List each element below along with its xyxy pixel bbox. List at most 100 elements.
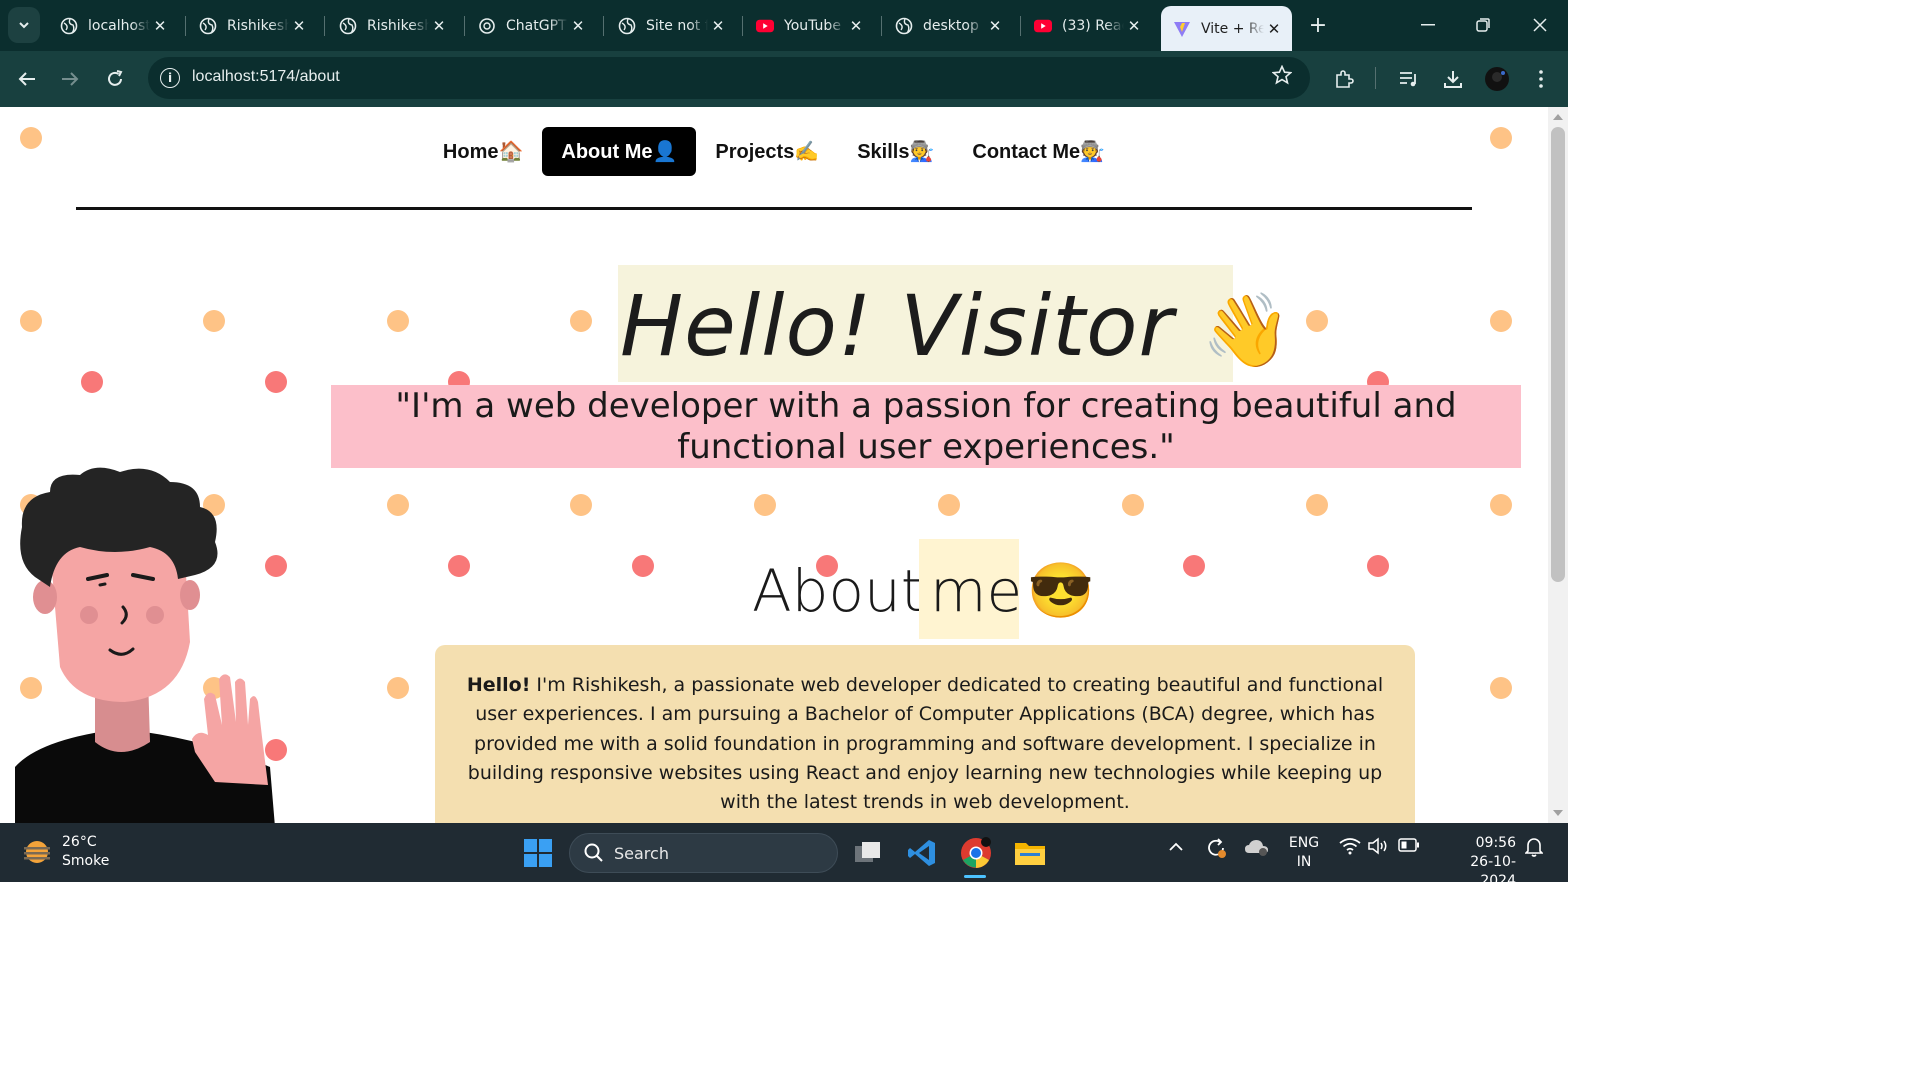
restore-icon — [1476, 18, 1490, 32]
task-view-button[interactable] — [848, 833, 888, 873]
nav-home-link[interactable]: Home🏠 — [424, 127, 542, 176]
active-app-indicator — [964, 875, 986, 878]
restore-button[interactable] — [1468, 10, 1498, 40]
vscode-taskbar-button[interactable] — [902, 833, 942, 873]
decor-dot — [632, 555, 654, 577]
weather-temp: 26°C — [62, 834, 97, 850]
globe-icon — [60, 17, 78, 35]
decor-dot — [1306, 310, 1328, 332]
tab-separator — [881, 16, 882, 36]
decor-dot — [754, 494, 776, 516]
taskbar-clock[interactable]: 09:56 26-10-2024 — [1436, 834, 1516, 891]
url-text[interactable]: localhost:5174/about — [192, 68, 340, 86]
close-tab-icon[interactable]: ✕ — [708, 16, 728, 36]
globe-icon — [618, 17, 636, 35]
page-scrollbar[interactable] — [1548, 107, 1568, 823]
volume-icon[interactable] — [1368, 837, 1390, 859]
weather-desc: Smoke — [62, 853, 110, 869]
tray-overflow-chevron-icon[interactable] — [1168, 837, 1184, 856]
nav-contact-link[interactable]: Contact Me🧑‍🏭 — [953, 127, 1124, 176]
back-button[interactable] — [11, 63, 43, 95]
tab-title: Vite + React — [1201, 20, 1264, 37]
about-bio-card: Hello! I'm Rishikesh, a passionate web d… — [435, 645, 1415, 823]
web-page: Home🏠 About Me👤 Projects✍ Skills🧑‍🏭 Cont… — [0, 107, 1548, 823]
youtube-icon — [1034, 17, 1052, 35]
vite-icon — [1173, 20, 1191, 38]
decor-dot — [1490, 677, 1512, 699]
close-tab-icon[interactable]: ✕ — [1124, 16, 1144, 36]
address-bar[interactable]: i localhost:5174/about — [148, 57, 1310, 99]
close-tab-icon[interactable]: ✕ — [1264, 19, 1284, 39]
media-controls-icon[interactable] — [1395, 65, 1423, 93]
browser-tab[interactable]: localhost:5174 ✕ — [48, 8, 178, 44]
nav-projects-link[interactable]: Projects✍ — [696, 127, 838, 176]
taskbar-search[interactable]: Search — [569, 833, 838, 873]
folder-icon — [1015, 843, 1045, 865]
close-tab-icon[interactable]: ✕ — [429, 16, 449, 36]
wifi-icon[interactable] — [1339, 837, 1361, 859]
file-explorer-taskbar-button[interactable] — [1010, 833, 1050, 873]
browser-tab[interactable]: Rishikesh ✕ — [187, 8, 317, 44]
decor-dot — [203, 310, 225, 332]
new-tab-button[interactable]: + — [1305, 12, 1331, 38]
tab-title: desktop — [923, 18, 979, 34]
profile-avatar[interactable] — [1483, 65, 1511, 93]
forward-button[interactable] — [54, 63, 86, 95]
tab-search-button[interactable] — [8, 7, 40, 43]
windows-taskbar: 26°C Smoke Search ENG IN 09:56 26-10-202… — [0, 823, 1568, 889]
tab-separator — [1020, 16, 1021, 36]
tab-separator — [324, 16, 325, 36]
haze-weather-icon — [24, 841, 50, 863]
close-tab-icon[interactable]: ✕ — [568, 16, 588, 36]
toolbar-separator — [1375, 67, 1376, 89]
close-tab-icon[interactable]: ✕ — [150, 16, 170, 36]
extensions-icon[interactable] — [1330, 65, 1358, 93]
bio-lead: Hello! — [466, 674, 531, 696]
scroll-up-arrow-icon[interactable] — [1553, 114, 1563, 120]
site-info-icon[interactable]: i — [160, 68, 180, 88]
nav-skills-link[interactable]: Skills🧑‍🏭 — [838, 127, 953, 176]
browser-tab[interactable]: YouTube ✕ — [744, 8, 874, 44]
close-tab-icon[interactable]: ✕ — [846, 16, 866, 36]
downloads-icon[interactable] — [1439, 65, 1467, 93]
sync-icon[interactable] — [1205, 837, 1227, 863]
scroll-down-arrow-icon[interactable] — [1553, 810, 1563, 816]
decor-dot — [387, 677, 409, 699]
input-language-indicator[interactable]: ENG IN — [1287, 834, 1321, 872]
reload-button[interactable] — [99, 63, 131, 95]
tab-title: ChatGPT — [506, 18, 567, 34]
browser-tab-active[interactable]: Vite + React ✕ — [1161, 6, 1292, 51]
decor-dot — [387, 494, 409, 516]
scrollbar-thumb[interactable] — [1551, 127, 1565, 582]
bookmark-star-icon[interactable] — [1271, 64, 1293, 90]
youtube-icon — [756, 17, 774, 35]
close-tab-icon[interactable]: ✕ — [985, 16, 1005, 36]
chrome-menu-icon[interactable] — [1527, 65, 1555, 93]
browser-tab[interactable]: desktop ✕ — [883, 8, 1013, 44]
tab-title: Site not found — [646, 18, 708, 34]
hero-quote: "I'm a web developer with a passion for … — [331, 385, 1521, 468]
nav-divider — [76, 207, 1472, 210]
close-window-button[interactable] — [1525, 10, 1555, 40]
close-tab-icon[interactable]: ✕ — [289, 16, 309, 36]
browser-tab[interactable]: (33) React ✕ — [1022, 8, 1152, 44]
minimize-icon — [1421, 24, 1435, 26]
browser-tab[interactable]: Rishikesh ✕ — [327, 8, 457, 44]
minimize-button[interactable] — [1413, 10, 1443, 40]
hero-greeting-text: Hello! Visitor — [620, 277, 1175, 375]
chrome-taskbar-button[interactable] — [956, 833, 996, 873]
weather-widget[interactable]: 26°C Smoke — [22, 833, 109, 871]
sunglasses-emoji-icon: 😎 — [1027, 559, 1095, 622]
browser-tab[interactable]: ChatGPT ✕ — [466, 8, 596, 44]
tab-separator — [742, 16, 743, 36]
hero-greeting: Hello! Visitor 👋 — [620, 277, 1292, 375]
notification-bell-icon[interactable] — [1524, 837, 1544, 861]
nav-about-link[interactable]: About Me👤 — [542, 127, 697, 176]
onedrive-icon[interactable] — [1244, 837, 1270, 861]
browser-tab[interactable]: Site not found ✕ — [606, 8, 736, 44]
battery-icon[interactable] — [1398, 837, 1420, 856]
decor-dot — [1490, 310, 1512, 332]
start-button[interactable] — [518, 833, 558, 873]
close-icon — [1533, 18, 1547, 32]
decor-dot — [1122, 494, 1144, 516]
